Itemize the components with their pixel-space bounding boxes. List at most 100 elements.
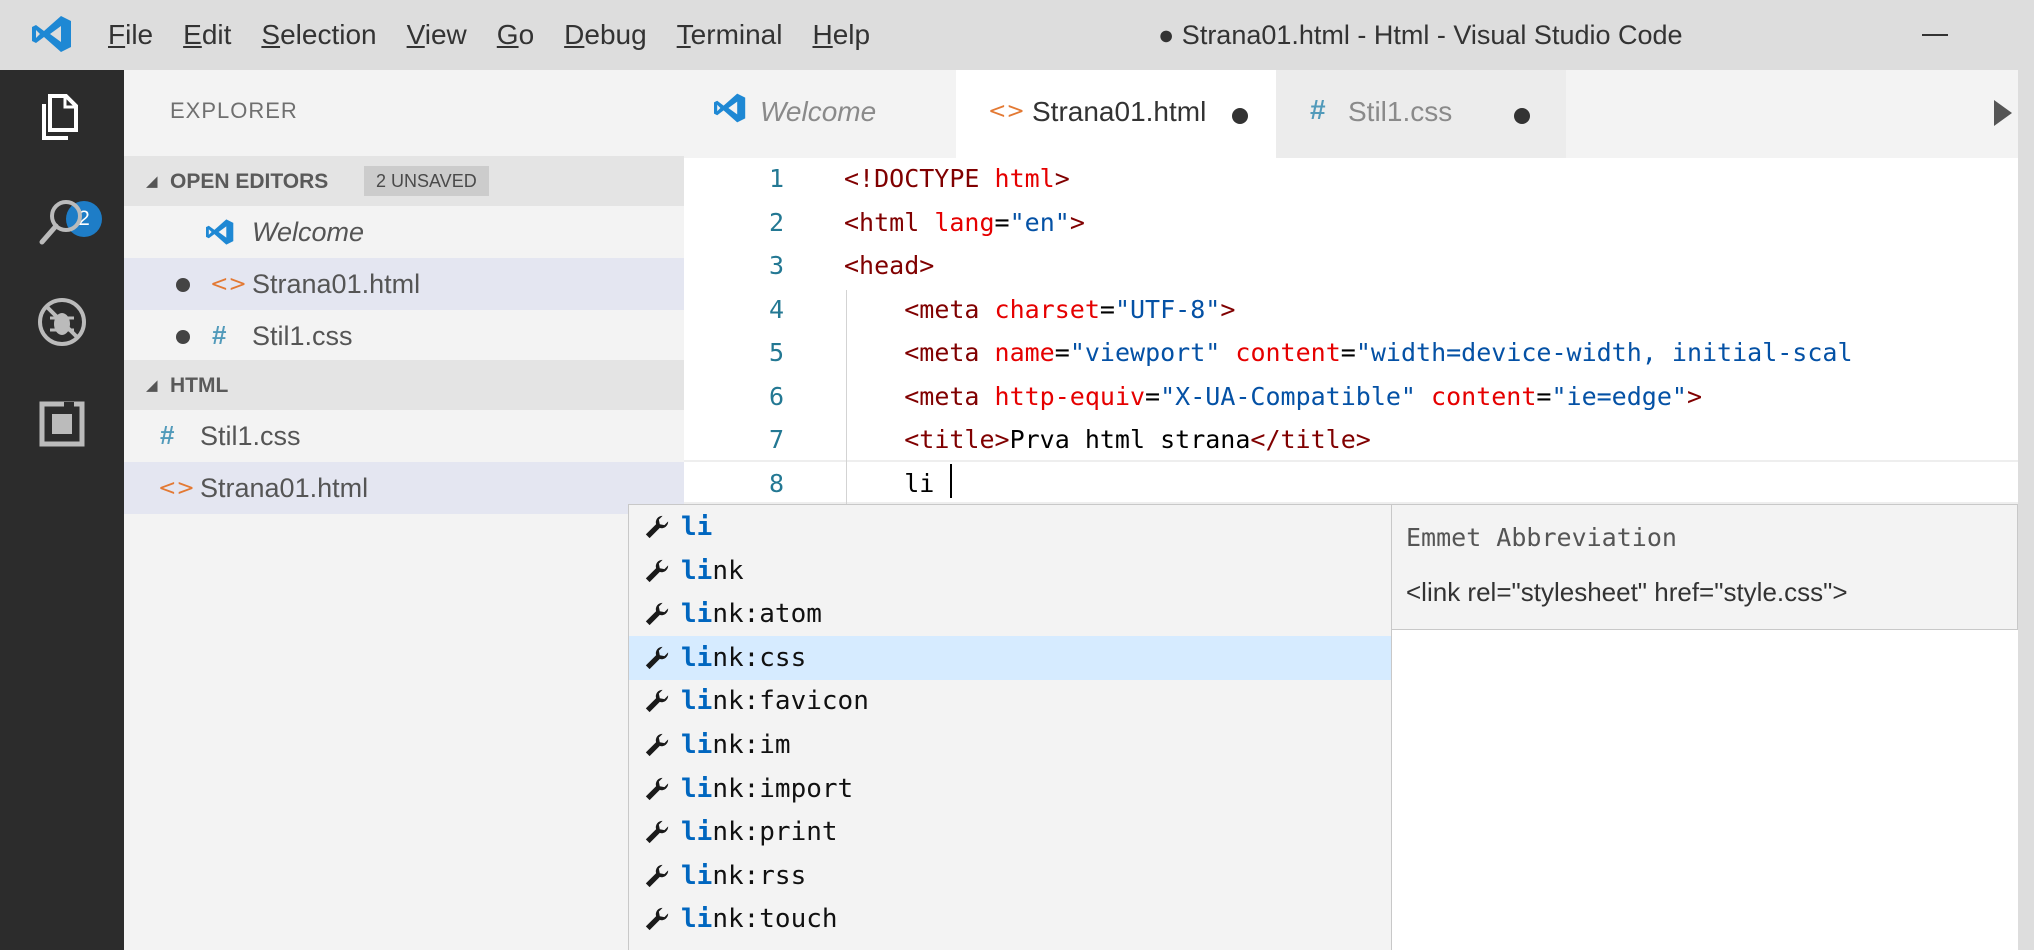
css-icon: #	[160, 420, 175, 450]
menu-accelerator: G	[496, 19, 519, 50]
suggestion-label: link:atom	[681, 599, 822, 629]
line-number: 2	[768, 207, 784, 237]
file-item-strana01[interactable]: <> Strana01.html	[124, 462, 684, 514]
wrench-icon	[645, 821, 669, 844]
minimize-button[interactable]	[1912, 12, 1962, 56]
menu-item-go[interactable]: Go	[497, 19, 534, 51]
tab-strana01[interactable]: <> Strana01.html	[956, 70, 1276, 158]
suggestion-detail-title: Emmet Abbreviation	[1406, 523, 1677, 552]
tab-bar: Welcome <> Strana01.html # Stil1.css	[684, 70, 2018, 158]
suggestion-label: link:print	[681, 817, 838, 847]
text-cursor	[950, 464, 952, 498]
line-number: 8	[768, 468, 784, 498]
code-line[interactable]: 6 <meta http-equiv="X-UA-Compatible" con…	[684, 376, 2018, 420]
menu-item-debug[interactable]: Debug	[564, 19, 647, 51]
suggestion-item[interactable]: link:rss	[629, 854, 1391, 898]
extensions-icon[interactable]	[30, 392, 94, 456]
search-icon[interactable]	[30, 190, 94, 254]
open-editor-label: Welcome	[252, 217, 365, 247]
code-line[interactable]: 4 <meta charset="UTF-8">	[684, 289, 2018, 333]
suggestion-item[interactable]: link:css	[629, 635, 1391, 680]
wrench-icon	[645, 559, 669, 582]
suggestion-item[interactable]: link	[629, 549, 1391, 593]
code-text: <html lang="en">	[844, 208, 1085, 237]
code-token: <!DOCTYPE	[844, 164, 995, 193]
run-icon[interactable]	[1994, 100, 2012, 126]
code-line[interactable]: 5 <meta name="viewport" content="width=d…	[684, 332, 2018, 376]
code-token: http-equiv	[994, 381, 1146, 411]
code-token: content	[1235, 338, 1341, 367]
suggestion-label: li	[681, 512, 712, 542]
suggestion-item[interactable]: link:touch	[629, 897, 1391, 941]
code-token: "ie=edge"	[1551, 381, 1687, 411]
wrench-icon	[645, 603, 669, 626]
tab-label: Welcome	[760, 96, 877, 127]
open-editors-label: OPEN EDITORS	[170, 170, 329, 193]
menu-accelerator: E	[183, 19, 202, 50]
debug-icon[interactable]	[30, 290, 94, 354]
code-line[interactable]: 7 <title>Prva html strana</title>	[684, 419, 2018, 463]
suggestion-item[interactable]: link:import	[629, 767, 1391, 811]
code-token: </title>	[1250, 425, 1371, 454]
code-token: =	[994, 207, 1010, 237]
open-editor-item-welcome[interactable]: Welcome	[124, 206, 684, 258]
code-text: <title>Prva html strana</title>	[844, 425, 1371, 454]
code-text: li	[844, 469, 934, 498]
html-icon: <>	[158, 476, 195, 501]
folder-header-html[interactable]: ◢ HTML	[124, 360, 684, 410]
vscode-logo-icon	[32, 16, 71, 52]
open-editor-label: Stil1.css	[252, 321, 353, 351]
menu-item-edit[interactable]: Edit	[183, 19, 231, 51]
suggestion-details: Emmet Abbreviation <link rel="stylesheet…	[1392, 504, 2018, 630]
menu-item-terminal[interactable]: Terminal	[677, 19, 783, 51]
vscode-icon	[206, 219, 234, 245]
suggestion-rest: nk:rss	[712, 860, 807, 891]
suggestion-rest: nk:atom	[712, 599, 822, 630]
suggestion-item[interactable]: link:atom	[629, 592, 1391, 636]
code-text: <head>	[844, 251, 934, 280]
suggestion-item[interactable]: link:im	[629, 723, 1391, 767]
suggestion-item[interactable]: link:favicon	[629, 679, 1391, 723]
suggestion-rest: nk:import	[712, 773, 854, 804]
code-line[interactable]: 8 li	[684, 463, 2018, 507]
suggestion-rest: nk:touch	[712, 904, 838, 935]
unsaved-dot-icon[interactable]	[1232, 108, 1248, 124]
menu-item-file[interactable]: File	[108, 19, 153, 51]
code-text: <meta name="viewport" content="width=dev…	[844, 338, 1852, 367]
suggestion-rest: nk:im	[712, 730, 791, 760]
open-editor-item-strana01[interactable]: <> Strana01.html	[124, 258, 684, 310]
code-token: "X-UA-Compatible"	[1160, 381, 1432, 411]
suggestion-label: link:rss	[681, 861, 806, 891]
suggestion-match: li	[681, 599, 713, 630]
html-icon: <>	[988, 99, 1025, 124]
code-line[interactable]: 2 <html lang="en">	[684, 202, 2018, 246]
wrench-icon	[645, 777, 669, 800]
explorer-icon[interactable]	[30, 86, 94, 150]
menu-label: o	[518, 19, 535, 50]
unsaved-dot-icon[interactable]	[1514, 108, 1530, 124]
code-token: <head>	[844, 251, 935, 280]
unsaved-dot-icon	[176, 330, 190, 344]
open-editors-header[interactable]: ◢ OPEN EDITORS 2 UNSAVED	[124, 156, 684, 206]
tab-stil1[interactable]: # Stil1.css	[1276, 70, 1566, 158]
wrench-icon	[645, 908, 669, 931]
suggestion-item[interactable]: link:print	[629, 810, 1391, 854]
menu-item-selection[interactable]: Selection	[261, 19, 376, 51]
file-item-stil1[interactable]: # Stil1.css	[124, 410, 684, 462]
menu-item-help[interactable]: Help	[812, 19, 870, 51]
menu-label: iew	[424, 19, 467, 50]
suggestion-item[interactable]: li	[629, 505, 1391, 549]
code-token: charset	[994, 294, 1100, 324]
suggestion-match: li	[681, 860, 713, 891]
code-token: >	[1686, 381, 1702, 411]
tab-welcome[interactable]: Welcome	[684, 70, 956, 158]
open-editor-item-stil1[interactable]: # Stil1.css	[124, 310, 684, 362]
code-line[interactable]: 3 <head>	[684, 245, 2018, 289]
code-text: <meta http-equiv="X-UA-Compatible" conte…	[844, 382, 1702, 411]
code-token: >	[1069, 207, 1085, 237]
code-token: >	[1054, 164, 1070, 193]
menu-item-view[interactable]: View	[407, 19, 467, 51]
code-line[interactable]: 1 <!DOCTYPE html>	[684, 158, 2018, 202]
suggestion-match: li	[681, 730, 713, 760]
